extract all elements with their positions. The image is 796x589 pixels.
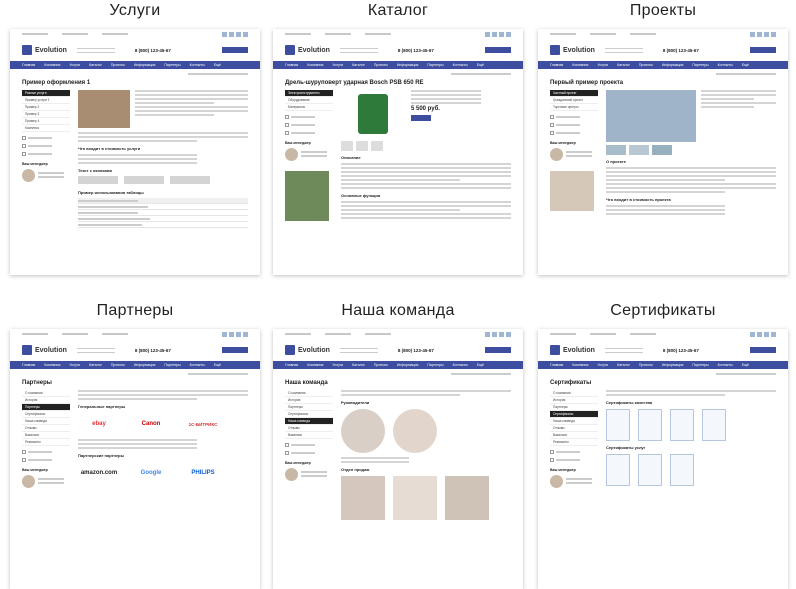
certificate: [670, 409, 694, 441]
sidebar: О компании История Партнеры Сертификаты …: [285, 390, 333, 524]
buy-button[interactable]: [411, 115, 431, 121]
page-heading: Сертификаты: [550, 380, 592, 386]
philips-logo: PHILIPS: [191, 470, 215, 476]
panel-title: Партнеры: [96, 302, 174, 319]
nav-bar: Главная Компания Услуги Каталог Проекты Инфор…: [10, 61, 260, 69]
team-photo: [393, 476, 437, 520]
page-heading: Пример оформления 1: [22, 80, 91, 86]
brand-logo: Evolution: [285, 345, 330, 355]
certificate: [606, 454, 630, 486]
canon-logo: Canon: [141, 421, 161, 427]
nav-bar: Главная Компания Услуги Каталог Проекты Инфор…: [538, 61, 788, 69]
nav-bar: Главная Компания Услуги Каталог Проекты Инфор…: [273, 361, 523, 369]
drill-image: [358, 94, 388, 134]
amazon-logo: amazon.com: [80, 470, 118, 476]
panel-title: Услуги: [109, 2, 161, 19]
google-logo: Google: [140, 470, 162, 476]
project-photo: [606, 90, 696, 142]
panel-team[interactable]: Наша команда Evolution 8 (800) 123-45-67…: [273, 300, 523, 589]
nav-bar: Главная Компания Услуги Каталог Проекты Инфор…: [273, 61, 523, 69]
brand-logo: Evolution: [22, 345, 67, 355]
sidebar: Разные услуги Пример услуги 1 Пример 2 П…: [22, 90, 70, 228]
page-heading: Первый пример проекта: [550, 80, 624, 86]
panel-certificates[interactable]: Сертификаты Evolution 8 (800) 123-45-67 …: [538, 300, 788, 589]
sidebar: О компании История Партнеры Сертификаты …: [22, 390, 70, 488]
panel-partners[interactable]: Партнеры Evolution 8 (800) 123-45-67 Гла…: [10, 300, 260, 589]
page-heading: Партнеры: [22, 380, 52, 386]
bitrix-logo: 1С-БИТРИКС: [188, 421, 218, 427]
team-photo: [341, 409, 385, 453]
panel-title: Каталог: [367, 2, 429, 19]
thumbnail-team[interactable]: Evolution 8 (800) 123-45-67 Главная Компа…: [273, 329, 523, 589]
page-heading: Наша команда: [285, 380, 328, 386]
team-photo: [393, 409, 437, 453]
thumbnail-projects[interactable]: Evolution 8 (800) 123-45-67 Главная Компа…: [538, 29, 788, 275]
certificate: [638, 409, 662, 441]
team-photo: [445, 476, 489, 520]
sidebar: Частный проект Гражданский проект Торгов…: [550, 90, 598, 217]
sidebar: Электроинструменты Оборудование Материал…: [285, 90, 333, 221]
panel-title: Проекты: [629, 2, 697, 19]
panel-projects[interactable]: Проекты Evolution 8 (800) 123-45-67 Глав…: [538, 0, 788, 275]
showcase-grid: Услуги Evolution 8 (800) 123-45-67 Главн…: [0, 0, 796, 589]
thumbnail-catalog[interactable]: Evolution 8 (800) 123-45-67 Главная Компа…: [273, 29, 523, 275]
thumbnail-services[interactable]: Evolution 8 (800) 123-45-67 Главная Компа…: [10, 29, 260, 275]
ebay-logo: ebay: [92, 421, 106, 427]
certificate: [702, 409, 726, 441]
phone: 8 (800) 123-45-67: [134, 47, 171, 53]
certificate: [670, 454, 694, 486]
nav-bar: Главная Компания Услуги Каталог Проекты Инфор…: [538, 361, 788, 369]
panel-catalog[interactable]: Каталог Evolution 8 (800) 123-45-67 Глав…: [273, 0, 523, 275]
brand-logo: Evolution: [285, 45, 330, 55]
team-photo: [341, 476, 385, 520]
nav-bar: Главная Компания Услуги Каталог Проекты Инфор…: [10, 361, 260, 369]
brand-logo: Evolution: [550, 45, 595, 55]
panel-services[interactable]: Услуги Evolution 8 (800) 123-45-67 Главн…: [10, 0, 260, 275]
product-price: 5 500 руб.: [411, 106, 440, 112]
brand-logo: Evolution: [22, 45, 67, 55]
thumbnail-certificates[interactable]: Evolution 8 (800) 123-45-67 Главная Компа…: [538, 329, 788, 589]
sidebar: О компании История Партнеры Сертификаты …: [550, 390, 598, 490]
panel-title: Наша команда: [341, 302, 455, 319]
certificate: [606, 409, 630, 441]
page-heading: Дрель-шуруповерт ударная Bosch PSB 650 R…: [285, 80, 424, 86]
brand-logo: Evolution: [550, 345, 595, 355]
thumbnail-partners[interactable]: Evolution 8 (800) 123-45-67 Главная Компа…: [10, 329, 260, 589]
certificate: [638, 454, 662, 486]
panel-title: Сертификаты: [610, 302, 716, 319]
